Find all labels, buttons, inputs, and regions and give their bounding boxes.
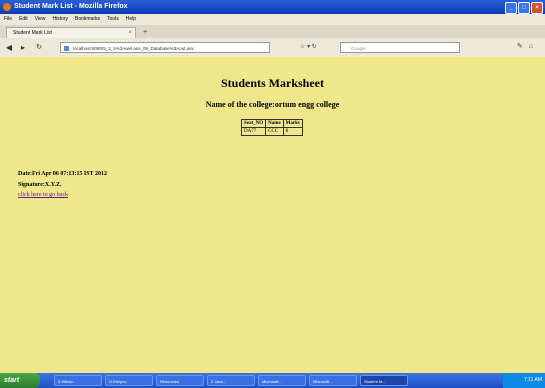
window-title-bar: Student Mark List - Mozilla Firefox _ □ … (0, 0, 545, 14)
system-tray: 7:11 AM (503, 373, 545, 388)
taskbar: start 5 Windo... D:\Hc\pro... Resources … (0, 373, 545, 388)
menu-history[interactable]: History (52, 14, 68, 25)
tab-label: Student Mark List (13, 30, 52, 36)
dropdown-arrow-icon[interactable]: ▾ (307, 44, 310, 50)
address-url: localhost:8080/5_3_5%3Awel.asn_09_Databa… (73, 46, 194, 51)
taskbar-item[interactable]: Microsoft... (258, 375, 306, 386)
page-title: Students Marksheet (220, 76, 324, 90)
close-button[interactable]: × (531, 2, 543, 14)
search-input[interactable]: Google (340, 42, 460, 53)
start-button[interactable]: start (0, 373, 40, 388)
reload-icon[interactable]: ↻ (34, 42, 44, 53)
window-title: Student Mark List - Mozilla Firefox (14, 3, 128, 10)
minimize-button[interactable]: _ (505, 2, 517, 14)
back-arrow-icon[interactable]: ◀ (4, 42, 14, 53)
toolbar-right-icons: ✎⌂ (517, 42, 539, 50)
address-bar[interactable]: localhost:8080/5_3_5%3Awel.asn_09_Databa… (60, 42, 270, 53)
refresh-icon[interactable]: ↻ (312, 44, 317, 50)
taskbar-item[interactable]: 5 Windo... (54, 375, 102, 386)
table-row: DA77 CCC 8 (240, 127, 303, 136)
cell-seat-no: DA77 (240, 127, 267, 136)
page-content: Students Marksheet Name of the college:o… (0, 57, 545, 373)
taskbar-item[interactable]: D:\Hc\pro... (105, 375, 153, 386)
menu-file[interactable]: File (4, 14, 12, 25)
header-marks: Marks (282, 119, 303, 128)
back-link[interactable]: click here to go back (18, 192, 68, 198)
menu-bookmarks[interactable]: Bookmarks (75, 14, 100, 25)
maximize-button[interactable]: □ (518, 2, 530, 14)
menu-tools[interactable]: Tools (107, 14, 119, 25)
table-header-row: Seat_NO Name Marks (240, 119, 303, 128)
home-icon[interactable]: ⌂ (529, 43, 539, 50)
menu-view[interactable]: View (35, 14, 46, 25)
date-line: Date:Fri Apr 06 07:13:15 IST 2012 (18, 171, 107, 177)
clock: 7:11 AM (524, 377, 542, 383)
site-icon (64, 46, 69, 51)
cell-name: CCC (265, 127, 284, 136)
taskbar-item[interactable]: 2 Java... (207, 375, 255, 386)
new-tab-icon[interactable]: + (140, 28, 150, 37)
forward-arrow-icon[interactable]: ▸ (18, 42, 28, 53)
marks-table: Seat_NO Name Marks DA77 CCC 8 (240, 119, 303, 136)
menu-help[interactable]: Help (126, 14, 136, 25)
search-placeholder: Google (351, 46, 366, 51)
navigation-toolbar: ◀ ▸ ↻ localhost:8080/5_3_5%3Awel.asn_09_… (0, 38, 545, 58)
taskbar-item[interactable]: Microsoft... (309, 375, 357, 386)
tab-student-mark-list[interactable]: Student Mark List × (6, 27, 136, 38)
tab-bar: Student Mark List × + (0, 25, 545, 39)
pen-icon[interactable]: ✎ (517, 43, 529, 50)
header-name: Name (265, 119, 284, 128)
menu-edit[interactable]: Edit (19, 14, 28, 25)
bookmark-star-icon[interactable]: ☆ (300, 44, 305, 50)
taskbar-item[interactable]: Resources (156, 375, 204, 386)
taskbar-item[interactable]: Student M... (360, 375, 408, 386)
signature-line: Signature:X.Y.Z. (18, 182, 62, 188)
college-name: Name of the college:ortum engg college (205, 100, 340, 109)
firefox-icon (3, 3, 11, 11)
menu-bar: File Edit View History Bookmarks Tools H… (0, 14, 545, 25)
address-tools: ☆ ▾ ↻ (300, 42, 317, 53)
cell-marks: 8 (282, 127, 303, 136)
header-seat-no: Seat_NO (240, 119, 267, 128)
